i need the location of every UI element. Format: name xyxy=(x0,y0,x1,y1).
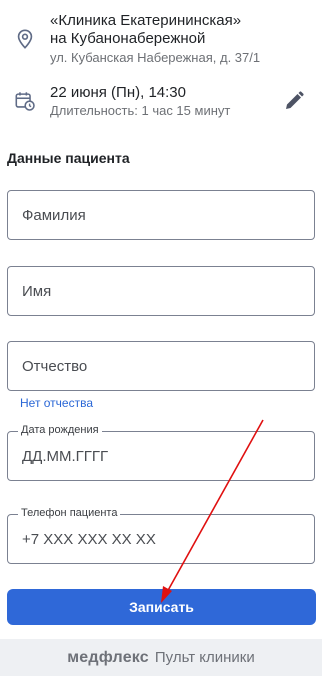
last-name-field[interactable] xyxy=(7,190,315,240)
location-pin-icon xyxy=(17,29,33,49)
phone-input[interactable] xyxy=(8,515,314,563)
first-name-input[interactable] xyxy=(8,267,314,315)
phone-field[interactable]: Телефон пациента xyxy=(7,507,315,564)
footer-subtitle: Пульт клиники xyxy=(154,649,255,666)
middle-name-input[interactable] xyxy=(8,342,314,390)
clinic-address: ул. Кубанская Набережная, д. 37/1 xyxy=(50,50,261,65)
birth-date-field[interactable]: Дата рождения xyxy=(7,424,315,481)
no-middle-name-link[interactable]: Нет отчества xyxy=(20,396,93,410)
appointment-datetime: 22 июня (Пн), 14:30 xyxy=(50,84,186,101)
last-name-input[interactable] xyxy=(8,191,314,239)
clinic-name-line2: на Кубанонабережной xyxy=(50,30,206,47)
birth-date-label: Дата рождения xyxy=(18,424,102,436)
footer: медфлекс Пульт клиники xyxy=(0,639,322,676)
calendar-clock-icon xyxy=(15,92,35,111)
first-name-field[interactable] xyxy=(7,266,315,316)
patient-section-title: Данные пациента xyxy=(7,150,130,166)
middle-name-field[interactable] xyxy=(7,341,315,391)
birth-date-input[interactable] xyxy=(8,432,314,480)
appointment-duration: Длительность: 1 час 15 минут xyxy=(50,103,231,118)
footer-brand-logo: медфлекс xyxy=(67,648,149,666)
edit-appointment-button[interactable] xyxy=(282,89,306,113)
clinic-name-line1: «Клиника Екатерининская» xyxy=(50,12,242,29)
submit-button[interactable]: Записать xyxy=(7,589,316,625)
phone-label: Телефон пациента xyxy=(18,507,121,519)
pencil-icon xyxy=(286,91,304,109)
